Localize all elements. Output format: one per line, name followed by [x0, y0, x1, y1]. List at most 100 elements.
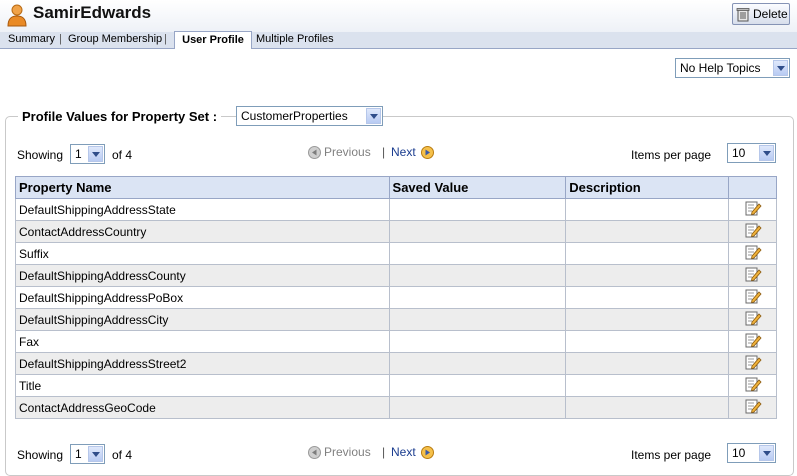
table-row: Fax	[15, 330, 777, 353]
edit-cell	[728, 264, 777, 287]
column-header-actions	[728, 176, 777, 199]
edit-icon[interactable]	[744, 310, 762, 326]
saved-value-cell	[388, 396, 567, 419]
edit-icon[interactable]	[744, 288, 762, 304]
showing-label: Showing	[17, 448, 64, 462]
page-title: SamirEdwards	[33, 3, 152, 22]
table-row: ContactAddressCountry	[15, 220, 777, 243]
description-cell	[565, 198, 730, 221]
chevron-down-icon	[773, 60, 788, 76]
description-cell	[565, 352, 730, 375]
delete-button[interactable]: Delete	[732, 3, 790, 25]
page-select[interactable]: 1	[70, 144, 105, 164]
edit-cell	[728, 352, 777, 375]
edit-icon[interactable]	[744, 200, 762, 216]
items-per-page-label: Items per page	[631, 148, 712, 162]
edit-cell	[728, 242, 777, 265]
property-name-cell: DefaultShippingAddressCounty	[15, 264, 390, 287]
next-link[interactable]: Next	[391, 145, 416, 159]
pager-separator: |	[382, 445, 386, 459]
column-header-description[interactable]: Description	[565, 176, 730, 199]
chevron-down-icon	[759, 145, 774, 161]
delete-button-label: Delete	[753, 7, 788, 21]
table-row: Title	[15, 374, 777, 397]
next-link[interactable]: Next	[391, 445, 416, 459]
help-topics-select[interactable]: No Help Topics	[675, 58, 790, 78]
chevron-down-icon	[366, 108, 381, 124]
saved-value-cell	[388, 220, 567, 243]
arrow-right-circle-icon[interactable]	[421, 146, 434, 159]
showing-label: Showing	[17, 148, 64, 162]
edit-icon[interactable]	[744, 332, 762, 348]
table-row: Suffix	[15, 242, 777, 265]
property-name-cell: DefaultShippingAddressState	[15, 198, 390, 221]
property-name-cell: DefaultShippingAddressStreet2	[15, 352, 390, 375]
edit-cell	[728, 198, 777, 221]
property-name-cell: DefaultShippingAddressPoBox	[15, 286, 390, 309]
property-name-cell: ContactAddressGeoCode	[15, 396, 390, 419]
page-count-label: of 4	[112, 148, 133, 162]
saved-value-cell	[388, 374, 567, 397]
table-row: DefaultShippingAddressPoBox	[15, 286, 777, 309]
tab-separator: |	[164, 33, 167, 45]
table-row: DefaultShippingAddressState	[15, 198, 777, 221]
page-select[interactable]: 1	[70, 444, 105, 464]
edit-icon[interactable]	[744, 354, 762, 370]
property-table: Property Name Saved Value Description De…	[15, 176, 777, 419]
user-icon	[7, 4, 27, 27]
saved-value-cell	[388, 198, 567, 221]
arrow-left-circle-icon	[308, 146, 321, 159]
tab-multiple-profiles[interactable]: Multiple Profiles	[256, 33, 334, 45]
property-name-cell: ContactAddressCountry	[15, 220, 390, 243]
arrow-right-circle-icon[interactable]	[421, 446, 434, 459]
previous-link[interactable]: Previous	[324, 445, 371, 459]
items-per-page-select[interactable]: 10	[727, 443, 776, 463]
edit-icon[interactable]	[744, 222, 762, 238]
description-cell	[565, 286, 730, 309]
property-name-cell: DefaultShippingAddressCity	[15, 308, 390, 331]
edit-icon[interactable]	[744, 244, 762, 260]
description-cell	[565, 264, 730, 287]
page-header: SamirEdwards Delete	[0, 0, 797, 32]
saved-value-cell	[388, 286, 567, 309]
column-header-property-name[interactable]: Property Name	[15, 176, 390, 199]
property-name-cell: Suffix	[15, 242, 390, 265]
edit-icon[interactable]	[744, 398, 762, 414]
trash-icon	[736, 7, 750, 21]
items-per-page-label: Items per page	[631, 448, 712, 462]
saved-value-cell	[388, 308, 567, 331]
description-cell	[565, 396, 730, 419]
property-set-value: CustomerProperties	[241, 109, 348, 123]
tab-group-membership[interactable]: Group Membership	[68, 33, 162, 45]
property-name-cell: Fax	[15, 330, 390, 353]
profile-values-legend: Profile Values for Property Set :	[18, 109, 222, 124]
chevron-down-icon	[88, 146, 103, 162]
arrow-left-circle-icon	[308, 446, 321, 459]
tab-bar: Summary | Group Membership | User Profil…	[0, 31, 797, 49]
items-per-page-select[interactable]: 10	[727, 143, 776, 163]
previous-link[interactable]: Previous	[324, 145, 371, 159]
description-cell	[565, 220, 730, 243]
column-header-saved-value[interactable]: Saved Value	[388, 176, 567, 199]
saved-value-cell	[388, 264, 567, 287]
tab-user-profile[interactable]: User Profile	[174, 31, 252, 49]
items-per-page-value: 10	[732, 446, 746, 460]
table-row: DefaultShippingAddressCity	[15, 308, 777, 331]
edit-cell	[728, 374, 777, 397]
description-cell	[565, 242, 730, 265]
edit-icon[interactable]	[744, 376, 762, 392]
saved-value-cell	[388, 330, 567, 353]
table-row: DefaultShippingAddressStreet2	[15, 352, 777, 375]
edit-cell	[728, 308, 777, 331]
chevron-down-icon	[759, 445, 774, 461]
edit-cell	[728, 286, 777, 309]
property-set-select[interactable]: CustomerProperties	[236, 106, 383, 126]
table-row: ContactAddressGeoCode	[15, 396, 777, 419]
edit-icon[interactable]	[744, 266, 762, 282]
items-per-page-value: 10	[732, 146, 746, 160]
pager-separator: |	[382, 145, 386, 159]
description-cell	[565, 330, 730, 353]
page-select-value: 1	[75, 447, 82, 461]
tab-summary[interactable]: Summary	[8, 33, 55, 45]
table-header-row: Property Name Saved Value Description	[15, 176, 777, 199]
